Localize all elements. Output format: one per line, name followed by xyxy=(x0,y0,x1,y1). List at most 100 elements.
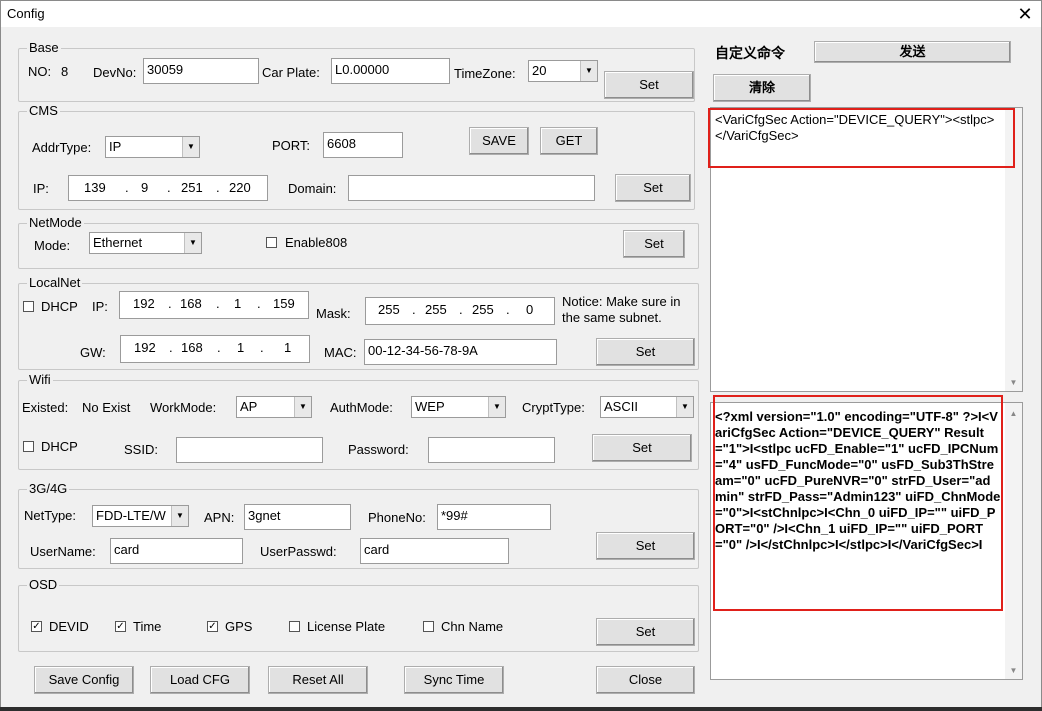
base-legend: Base xyxy=(27,40,61,56)
localnet-set-button[interactable]: Set xyxy=(596,338,695,366)
wifi-dhcp-label: DHCP xyxy=(41,439,78,454)
close-icon[interactable]: ✕ xyxy=(1013,3,1037,25)
license-plate-checkbox[interactable] xyxy=(289,621,300,632)
mask-octet: 0 xyxy=(526,302,534,317)
enable808-label: Enable808 xyxy=(285,235,348,250)
osd-set-button[interactable]: Set xyxy=(596,618,695,646)
ssid-field[interactable] xyxy=(176,437,323,463)
gw-octet: 192 xyxy=(134,340,156,355)
workmode-select[interactable]: AP ▼ xyxy=(236,396,312,418)
g34-legend: 3G/4G xyxy=(27,481,70,497)
chn-name-checkbox[interactable] xyxy=(423,621,434,632)
addrtype-label: AddrType: xyxy=(32,140,92,155)
custom-command-label: 自定义命令 xyxy=(715,45,785,61)
sync-time-button[interactable]: Sync Time xyxy=(404,666,504,694)
timezone-label: TimeZone: xyxy=(454,66,516,81)
phoneno-field[interactable]: *99# xyxy=(437,504,551,530)
carplate-field[interactable]: L0.00000 xyxy=(331,58,450,84)
mask-field[interactable]: 255 . 255 . 255 . 0 xyxy=(365,297,555,325)
cms-get-button[interactable]: GET xyxy=(540,127,598,155)
wifi-set-button[interactable]: Set xyxy=(592,434,692,462)
close-button[interactable]: Close xyxy=(596,666,695,694)
load-cfg-button[interactable]: Load CFG xyxy=(150,666,250,694)
existed-label: Existed: xyxy=(22,400,69,415)
workmode-value: AP xyxy=(240,399,258,414)
crypttype-select[interactable]: ASCII ▼ xyxy=(600,396,694,418)
chevron-down-icon: ▼ xyxy=(676,397,693,417)
mask-octet: 255 xyxy=(378,302,400,317)
localnet-dhcp-checkbox[interactable] xyxy=(23,301,34,312)
notice-text: Notice: Make sure in xyxy=(562,294,681,309)
crypttype-value: ASCII xyxy=(604,399,638,414)
nettype-label: NetType: xyxy=(24,508,77,523)
workmode-label: WorkMode: xyxy=(150,400,217,415)
response-scrollbar[interactable]: ▲ ▼ xyxy=(1005,403,1022,679)
clear-button[interactable]: 清除 xyxy=(713,74,811,102)
no-label: NO: xyxy=(28,64,52,79)
title-bar: Config ✕ xyxy=(1,1,1041,27)
enable808-checkbox[interactable] xyxy=(266,237,277,248)
scroll-down-icon[interactable]: ▼ xyxy=(1005,374,1022,391)
localnet-ip-field[interactable]: 192 . 168 . 1 . 159 xyxy=(119,291,309,319)
mask-octet: 255 xyxy=(472,302,494,317)
ip-octet: 159 xyxy=(273,296,295,311)
userpasswd-label: UserPasswd: xyxy=(260,544,337,559)
cms-set-button[interactable]: Set xyxy=(615,174,691,202)
highlight-box xyxy=(713,395,1003,611)
time-checkbox[interactable]: ✓ xyxy=(115,621,126,632)
gw-field[interactable]: 192 . 168 . 1 . 1 xyxy=(120,335,310,363)
devno-label: DevNo: xyxy=(93,65,137,80)
mask-octet: 255 xyxy=(425,302,447,317)
ip-octet: 192 xyxy=(133,296,155,311)
netmode-set-button[interactable]: Set xyxy=(623,230,685,258)
devid-checkbox[interactable]: ✓ xyxy=(31,621,42,632)
apn-field[interactable]: 3gnet xyxy=(244,504,351,530)
chevron-down-icon: ▼ xyxy=(184,233,201,253)
scroll-down-icon[interactable]: ▼ xyxy=(1005,662,1022,679)
authmode-label: AuthMode: xyxy=(330,400,393,415)
ip-octet: 1 xyxy=(234,296,242,311)
devno-field[interactable]: 30059 xyxy=(143,58,259,84)
chevron-down-icon: ▼ xyxy=(182,137,199,157)
addrtype-value: IP xyxy=(109,139,122,154)
authmode-select[interactable]: WEP ▼ xyxy=(411,396,506,418)
username-label: UserName: xyxy=(30,544,96,559)
domain-field[interactable] xyxy=(348,175,595,201)
mode-value: Ethernet xyxy=(93,235,143,250)
background-strip xyxy=(0,707,1042,711)
gw-octet: 1 xyxy=(237,340,245,355)
mac-field[interactable]: 00-12-34-56-78-9A xyxy=(364,339,557,365)
chn-name-label: Chn Name xyxy=(441,619,504,634)
highlight-box xyxy=(708,108,1015,168)
mask-label: Mask: xyxy=(316,306,351,321)
ip-octet: 251 xyxy=(181,180,203,195)
username-field[interactable]: card xyxy=(110,538,243,564)
reset-all-button[interactable]: Reset All xyxy=(268,666,368,694)
ip-octet: 139 xyxy=(84,180,106,195)
nettype-select[interactable]: FDD-LTE/W ▼ xyxy=(92,505,189,527)
addrtype-select[interactable]: IP ▼ xyxy=(105,136,200,158)
localnet-dhcp-label: DHCP xyxy=(41,299,78,314)
timezone-select[interactable]: 20 ▼ xyxy=(528,60,598,82)
timezone-value: 20 xyxy=(532,63,547,78)
save-config-button[interactable]: Save Config xyxy=(34,666,134,694)
userpasswd-field[interactable]: card xyxy=(360,538,509,564)
gps-checkbox[interactable]: ✓ xyxy=(207,621,218,632)
cms-legend: CMS xyxy=(27,103,60,119)
cms-save-button[interactable]: SAVE xyxy=(469,127,529,155)
g34-set-button[interactable]: Set xyxy=(596,532,695,560)
cms-ip-field[interactable]: 139 . 9 . 251 . 220 xyxy=(68,175,268,201)
netmode-legend: NetMode xyxy=(27,215,84,231)
base-set-button[interactable]: Set xyxy=(604,71,694,99)
ip-octet: 168 xyxy=(180,296,202,311)
cms-ip-label: IP: xyxy=(33,181,49,196)
scroll-up-icon[interactable]: ▲ xyxy=(1005,405,1022,422)
port-field[interactable]: 6608 xyxy=(323,132,403,158)
password-field[interactable] xyxy=(428,437,555,463)
wifi-dhcp-checkbox[interactable] xyxy=(23,441,34,452)
carplate-label: Car Plate: xyxy=(262,65,320,80)
send-button[interactable]: 发送 xyxy=(814,41,1011,63)
chevron-down-icon: ▼ xyxy=(171,506,188,526)
mode-select[interactable]: Ethernet ▼ xyxy=(89,232,202,254)
authmode-value: WEP xyxy=(415,399,445,414)
